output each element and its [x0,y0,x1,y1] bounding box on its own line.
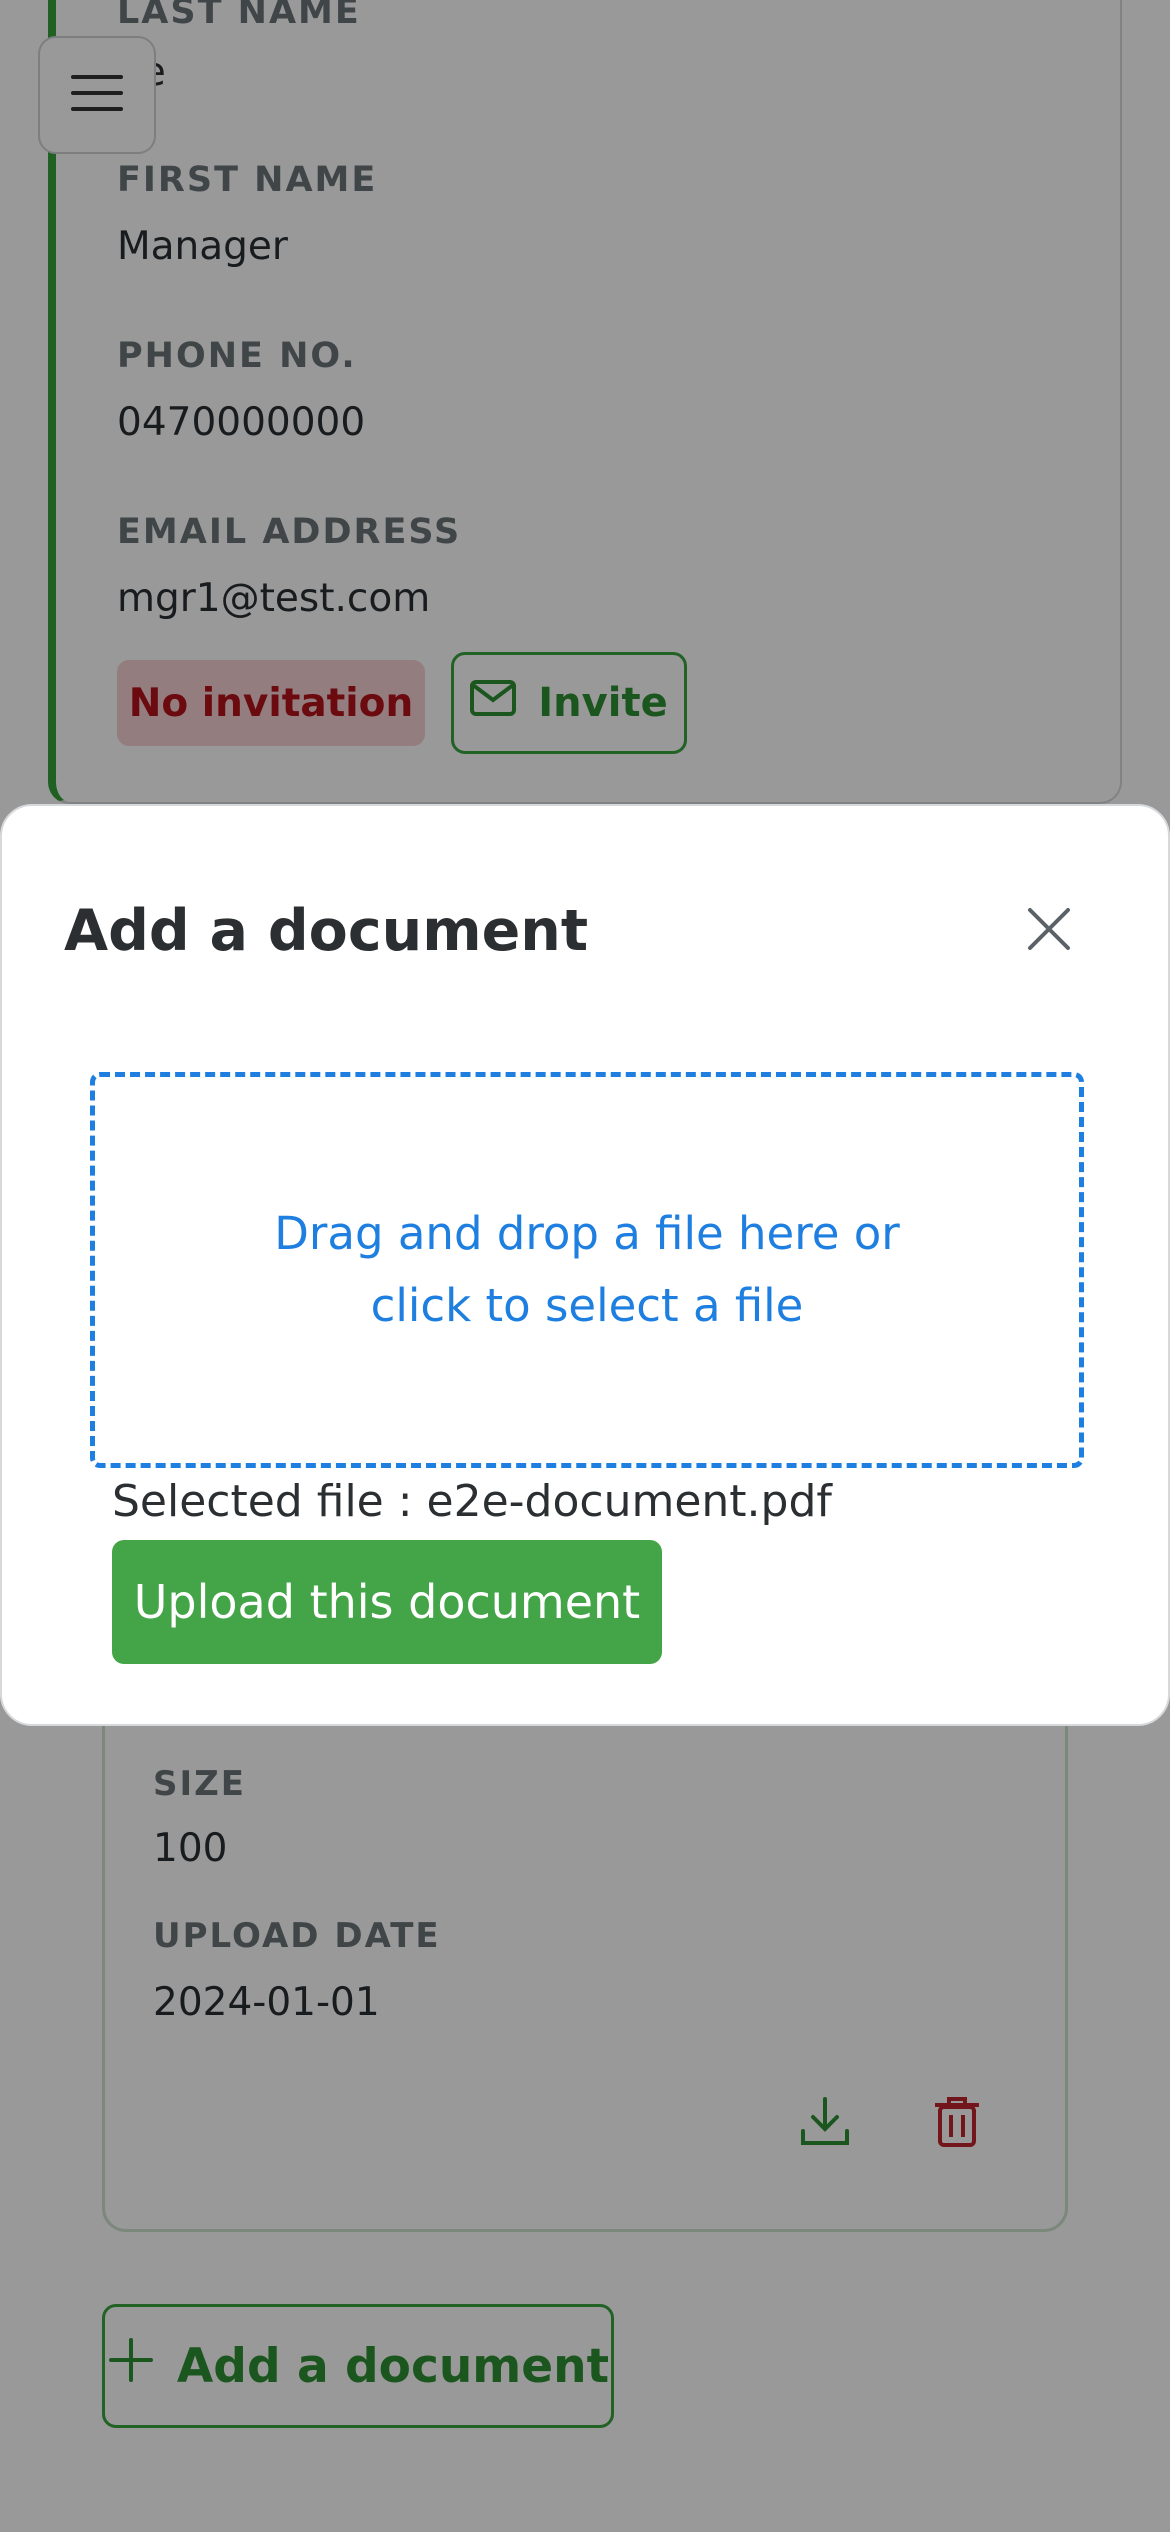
close-button[interactable] [1012,894,1086,968]
upload-document-button[interactable]: Upload this document [112,1540,662,1664]
modal-title: Add a document [64,898,589,964]
selected-file-text: Selected file : e2e-document.pdf [112,1476,832,1527]
close-icon [1026,906,1072,956]
add-document-modal: Add a document Drag and drop a file here… [0,804,1170,1726]
dropzone-text: Drag and drop a file here or click to se… [274,1207,900,1332]
file-dropzone[interactable]: Drag and drop a file here or click to se… [90,1072,1084,1468]
